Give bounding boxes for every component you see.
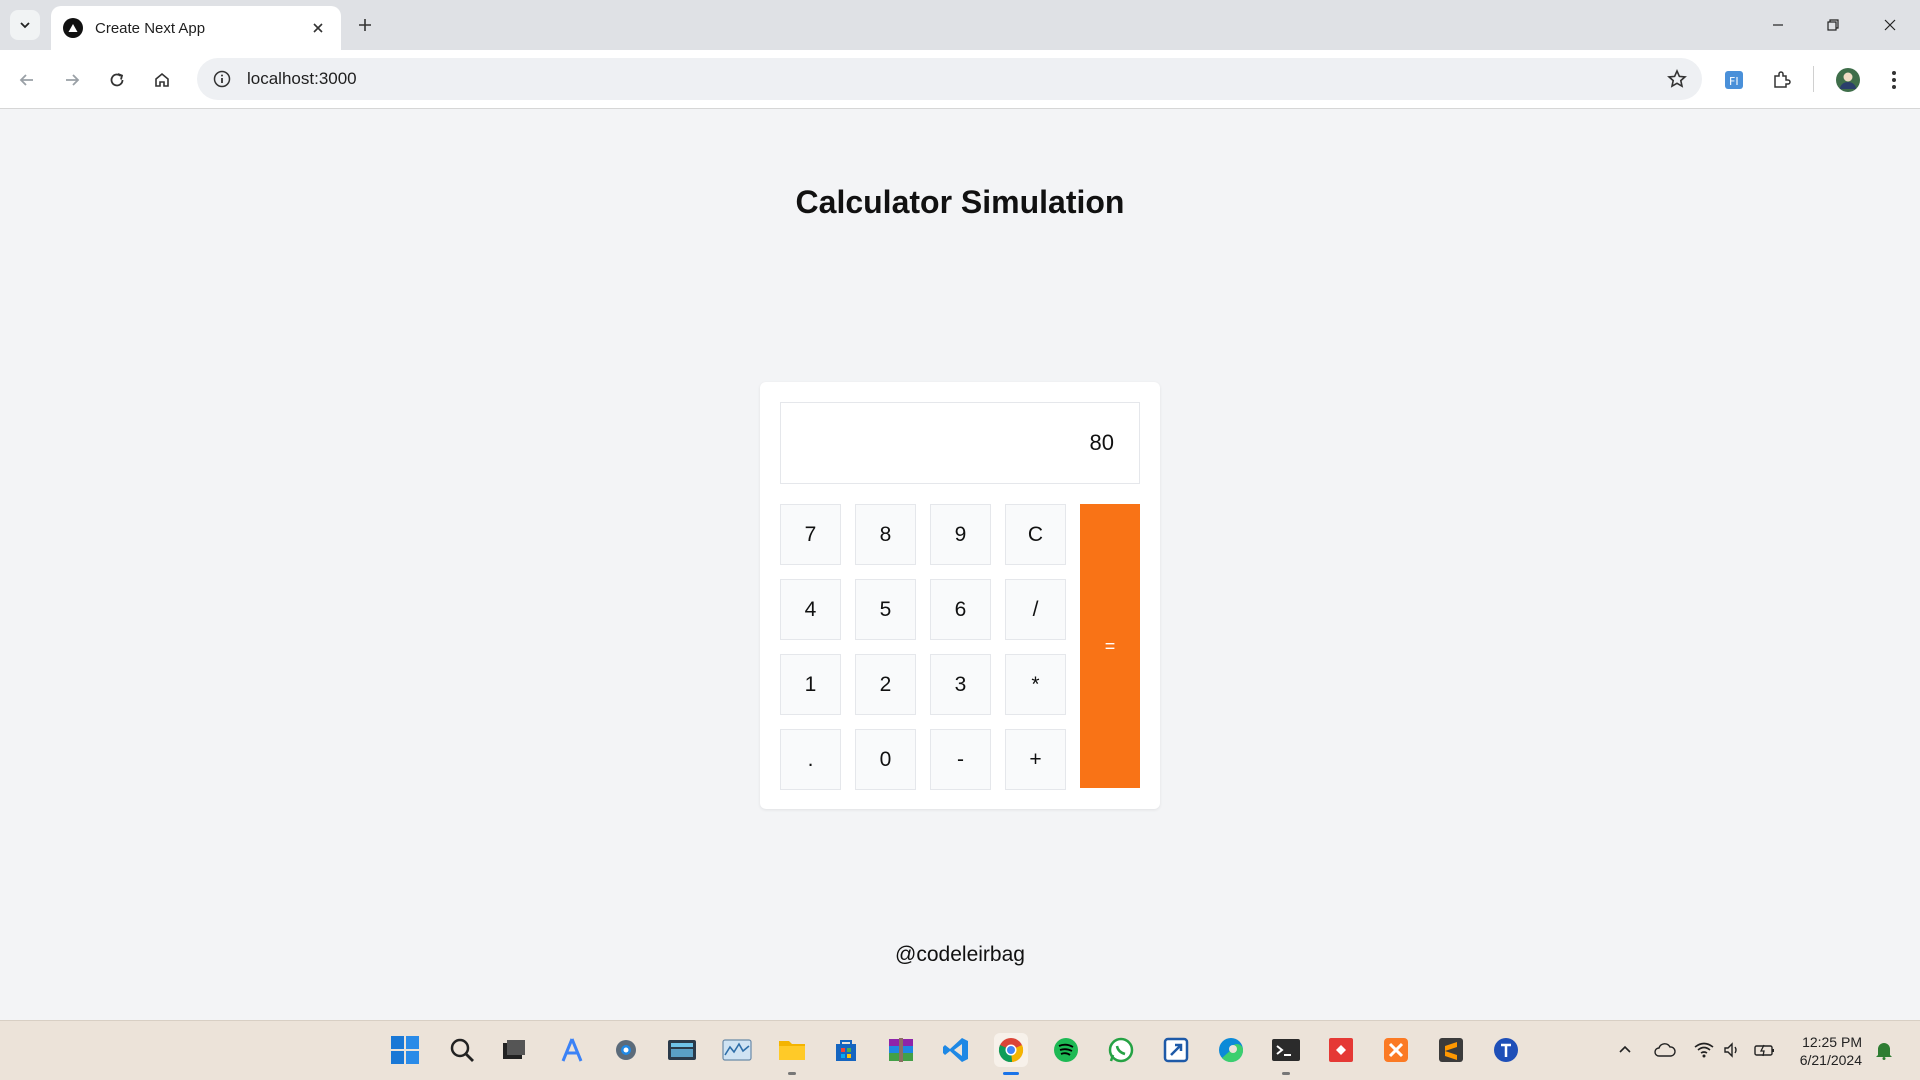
- key-9[interactable]: 9: [930, 504, 991, 565]
- app-store-icon[interactable]: [555, 1033, 589, 1067]
- notification-bell-icon[interactable]: [1873, 1039, 1895, 1061]
- nextjs-favicon-icon: [63, 18, 83, 38]
- footer-handle: @codeleirbag: [895, 943, 1025, 966]
- key-6[interactable]: 6: [930, 579, 991, 640]
- arrow-left-icon: [19, 74, 33, 86]
- bookmark-star-icon[interactable]: [1666, 68, 1688, 90]
- address-bar[interactable]: localhost:3000: [197, 58, 1702, 100]
- key-subtract[interactable]: -: [930, 729, 991, 790]
- minimize-icon: [1773, 24, 1783, 26]
- terminal-icon[interactable]: [1269, 1033, 1303, 1075]
- key-8[interactable]: 8: [855, 504, 916, 565]
- spotify-icon[interactable]: [1049, 1033, 1083, 1067]
- back-button[interactable]: [12, 65, 42, 95]
- blue-app-icon[interactable]: [1489, 1033, 1523, 1067]
- chrome-icon[interactable]: [994, 1033, 1028, 1075]
- resource-monitor-icon[interactable]: [720, 1033, 754, 1067]
- vscode-icon[interactable]: [939, 1033, 973, 1067]
- browser-tab[interactable]: Create Next App: [51, 6, 341, 50]
- system-clock[interactable]: 12:25 PM 6/21/2024: [1788, 1033, 1862, 1069]
- xampp-icon[interactable]: [1379, 1033, 1413, 1067]
- restore-button[interactable]: [1813, 8, 1853, 42]
- clock-date: 6/21/2024: [1799, 1052, 1862, 1068]
- taskbar: 12:25 PM 6/21/2024: [0, 1020, 1920, 1080]
- home-button[interactable]: [147, 65, 177, 95]
- remote-desktop-icon[interactable]: [1159, 1033, 1193, 1067]
- clock-time: 12:25 PM: [1802, 1034, 1862, 1050]
- tab-close-icon[interactable]: [307, 17, 329, 39]
- tab-strip: Create Next App: [0, 0, 1920, 50]
- plus-icon: [359, 19, 371, 31]
- winrar-icon[interactable]: [884, 1033, 918, 1067]
- keyboard-icon[interactable]: [665, 1033, 699, 1067]
- site-info-icon[interactable]: [211, 68, 233, 90]
- running-indicator: [1282, 1072, 1290, 1075]
- key-add[interactable]: +: [1005, 729, 1066, 790]
- edge-icon[interactable]: [1214, 1033, 1248, 1067]
- more-menu-icon[interactable]: [1879, 65, 1909, 95]
- extensions-puzzle-icon[interactable]: [1766, 65, 1796, 95]
- toolbar-separator: [1813, 66, 1814, 92]
- onedrive-cloud-icon[interactable]: [1654, 1039, 1676, 1061]
- close-window-button[interactable]: [1870, 8, 1910, 42]
- home-icon: [155, 72, 169, 87]
- close-icon: [1884, 19, 1896, 31]
- chevron-down-icon: [20, 22, 30, 29]
- volume-icon[interactable]: [1722, 1039, 1744, 1061]
- minimize-button[interactable]: [1758, 8, 1798, 42]
- microsoft-store-icon[interactable]: [829, 1033, 863, 1067]
- calculator: 80 7 8 9 C 4 5 6 / 1 2 3 * . 0 - + =: [760, 382, 1160, 809]
- key-clear[interactable]: C: [1005, 504, 1066, 565]
- tab-title: Create Next App: [95, 19, 206, 37]
- chevron-up-icon[interactable]: [1614, 1039, 1636, 1061]
- reload-icon: [110, 73, 124, 87]
- git-client-icon[interactable]: [1324, 1033, 1358, 1067]
- calculator-display: 80: [780, 402, 1140, 484]
- key-divide[interactable]: /: [1005, 579, 1066, 640]
- tab-search-button[interactable]: [10, 10, 40, 40]
- key-7[interactable]: 7: [780, 504, 841, 565]
- battery-icon[interactable]: [1754, 1039, 1776, 1061]
- key-3[interactable]: 3: [930, 654, 991, 715]
- running-indicator: [788, 1072, 796, 1075]
- sublime-text-icon[interactable]: [1434, 1033, 1468, 1067]
- translate-extension-icon[interactable]: FI: [1719, 65, 1749, 95]
- active-indicator: [1003, 1072, 1019, 1075]
- profile-avatar[interactable]: [1833, 65, 1863, 95]
- search-icon[interactable]: [445, 1033, 479, 1067]
- settings-gear-icon[interactable]: [609, 1033, 643, 1067]
- key-5[interactable]: 5: [855, 579, 916, 640]
- url-text: localhost:3000: [247, 69, 357, 88]
- key-decimal[interactable]: .: [780, 729, 841, 790]
- reload-button[interactable]: [102, 65, 132, 95]
- key-0[interactable]: 0: [855, 729, 916, 790]
- key-equals[interactable]: =: [1080, 504, 1140, 788]
- arrow-right-icon: [66, 74, 80, 86]
- key-2[interactable]: 2: [855, 654, 916, 715]
- task-view-icon[interactable]: [497, 1033, 531, 1067]
- windows-start-icon[interactable]: [388, 1033, 422, 1067]
- key-4[interactable]: 4: [780, 579, 841, 640]
- key-1[interactable]: 1: [780, 654, 841, 715]
- file-explorer-icon[interactable]: [775, 1033, 809, 1075]
- wifi-icon[interactable]: [1693, 1039, 1715, 1061]
- browser-toolbar: localhost:3000 FI: [0, 50, 1920, 109]
- page-title: Calculator Simulation: [795, 184, 1125, 220]
- restore-icon: [1827, 19, 1839, 31]
- whatsapp-icon[interactable]: [1104, 1033, 1138, 1067]
- forward-button[interactable]: [57, 65, 87, 95]
- svg-text:FI: FI: [1729, 75, 1739, 88]
- new-tab-button[interactable]: [352, 12, 378, 38]
- key-multiply[interactable]: *: [1005, 654, 1066, 715]
